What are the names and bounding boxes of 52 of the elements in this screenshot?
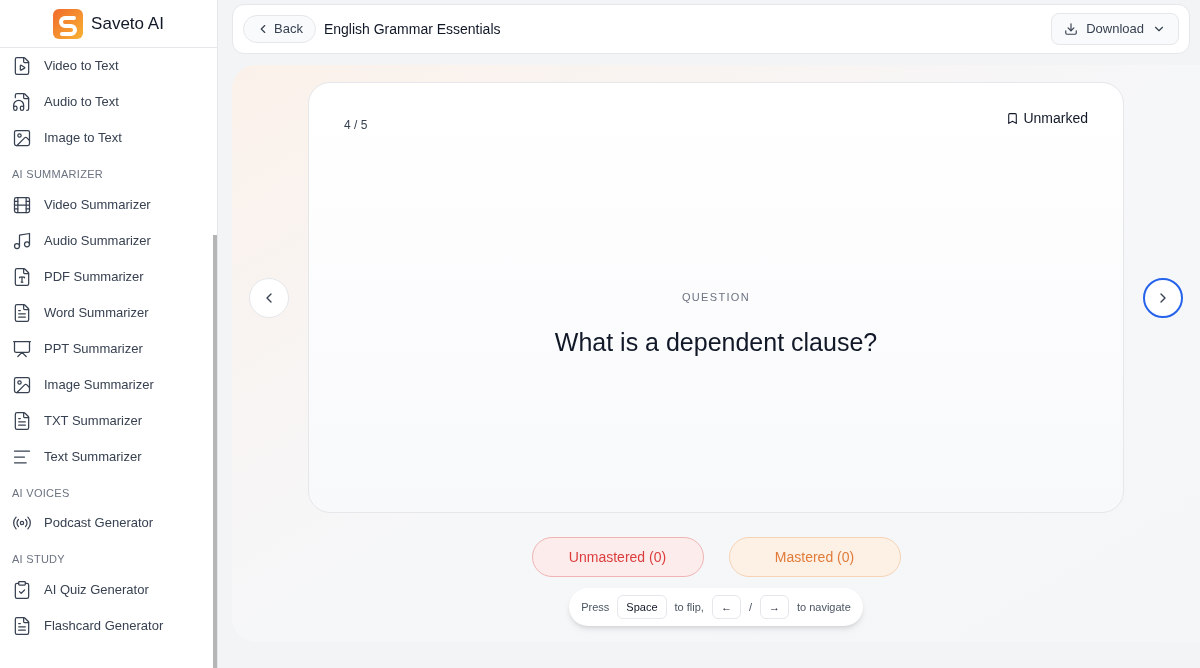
- section-heading: AI STUDY: [11, 552, 66, 567]
- key-cap: Space: [617, 595, 667, 619]
- card-side-label: QUESTION: [682, 290, 750, 305]
- music-note-icon: [12, 230, 32, 251]
- card-counter: 4 / 5: [344, 117, 368, 134]
- sidebar-item[interactable]: Text Summarizer: [0, 438, 211, 475]
- previous-card-button[interactable]: [249, 277, 289, 318]
- document-icon: [12, 410, 32, 431]
- section-heading: AI SUMMARIZER: [11, 167, 104, 182]
- image-icon: [12, 374, 32, 395]
- sidebar-item[interactable]: PDF Summarizer: [0, 258, 211, 295]
- sidebar-item[interactable]: PPT Summarizer: [0, 330, 211, 367]
- question-text: What is a dependent clause?: [554, 326, 878, 358]
- sidebar-item[interactable]: Video Summarizer: [0, 186, 211, 223]
- document-icon: [12, 615, 32, 636]
- key-cap: ←: [711, 595, 741, 619]
- hint-text: to flip,: [674, 599, 704, 615]
- key-cap: →: [759, 595, 789, 619]
- unmastered-button[interactable]: Unmastered (0): [531, 537, 704, 577]
- presentation-icon: [12, 338, 32, 359]
- sidebar-item[interactable]: Word Summarizer: [0, 294, 211, 331]
- film-icon: [12, 194, 32, 215]
- back-button[interactable]: Back: [243, 15, 316, 43]
- bookmark-icon: [1006, 112, 1020, 125]
- sidebar-item[interactable]: Audio to Text: [0, 84, 211, 120]
- document-icon: [12, 302, 32, 323]
- sidebar-item[interactable]: Image Summarizer: [0, 366, 211, 403]
- section-heading: AI VOICES: [11, 485, 71, 501]
- hint-text: /: [748, 599, 752, 615]
- sidebar-item[interactable]: Audio Summarizer: [0, 222, 211, 259]
- document-icon: [12, 266, 32, 287]
- deck-title: English Grammar Essentials: [323, 19, 501, 39]
- sidebar-item[interactable]: AI Quiz Generator: [0, 571, 211, 608]
- sidebar-item[interactable]: Podcast Generator: [0, 505, 211, 541]
- hint-text: to navigate: [796, 599, 851, 615]
- audio-file-icon: [12, 92, 32, 112]
- sidebar-item[interactable]: Video to Text: [0, 48, 211, 84]
- download-button[interactable]: Download: [1051, 13, 1179, 45]
- sidebar-item[interactable]: Image to Text: [0, 120, 211, 156]
- brand-name: Saveto AI: [91, 12, 164, 35]
- image-icon: [12, 128, 32, 148]
- logo-icon: [53, 8, 84, 39]
- video-file-icon: [12, 56, 32, 76]
- sidebar-item[interactable]: TXT Summarizer: [0, 402, 211, 439]
- hint-text: Press: [581, 599, 610, 615]
- scrollbar[interactable]: [213, 235, 217, 668]
- mark-toggle[interactable]: Unmarked: [1006, 108, 1088, 129]
- flashcard[interactable]: 4 / 5 Unmarked QUESTION What is a dependent clause?: [308, 82, 1124, 513]
- clipboard-check-icon: [12, 579, 32, 600]
- download-icon: [1064, 22, 1079, 36]
- sidebar-item[interactable]: Flashcard Generator: [0, 607, 211, 644]
- next-card-button[interactable]: [1143, 277, 1183, 318]
